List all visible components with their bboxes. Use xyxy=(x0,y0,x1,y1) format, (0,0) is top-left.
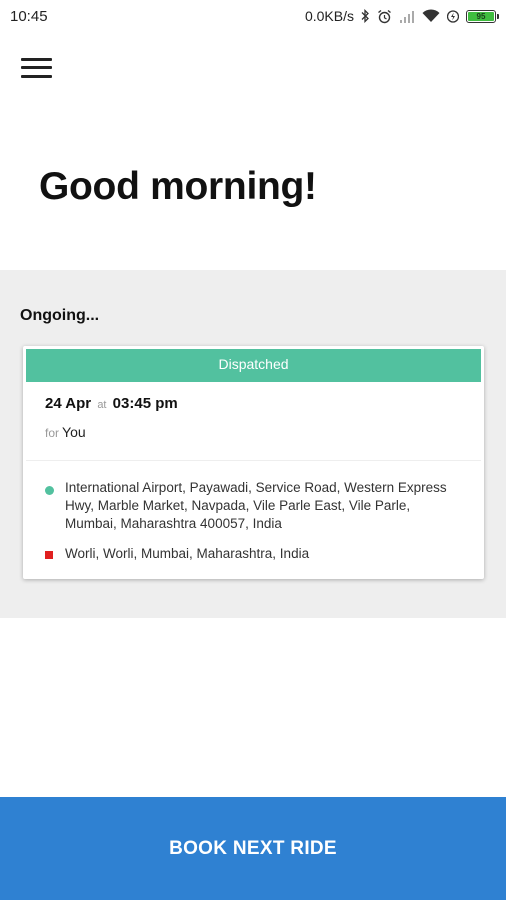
signal-icon xyxy=(399,10,415,23)
wifi-icon xyxy=(422,9,440,23)
ongoing-section: Ongoing... Dispatched 24 Apr at 03:45 pm… xyxy=(0,270,506,618)
battery-icon: 95 xyxy=(466,9,499,23)
ride-at-word: at xyxy=(97,399,107,411)
pickup-marker-icon xyxy=(45,486,54,495)
alarm-icon xyxy=(377,9,392,24)
bluetooth-icon xyxy=(361,9,370,23)
ride-time: 03:45 pm xyxy=(112,395,178,412)
ride-status-badge: Dispatched xyxy=(26,349,481,382)
ride-for-word: for xyxy=(45,426,60,440)
ongoing-label: Ongoing... xyxy=(20,307,100,324)
home-screen: 10:45 0.0KB/s 95 Good morning! Ongoing..… xyxy=(0,0,506,900)
drop-address: Worli, Worli, Mumbai, Maharashtra, India xyxy=(65,546,310,561)
ride-passenger-name: You xyxy=(62,424,86,440)
greeting-title: Good morning! xyxy=(39,165,317,208)
ride-datetime: 24 Apr at 03:45 pm xyxy=(45,395,178,412)
status-indicators: 0.0KB/s 95 xyxy=(304,8,499,24)
charging-icon xyxy=(447,9,459,24)
pickup-address: International Airport, Payawadi, Service… xyxy=(65,480,447,531)
book-next-ride-button[interactable]: BOOK NEXT RIDE xyxy=(0,797,506,900)
battery-level: 95 xyxy=(468,11,494,21)
status-bar: 10:45 0.0KB/s 95 xyxy=(0,0,506,32)
ride-date: 24 Apr xyxy=(45,395,92,412)
ongoing-ride-card[interactable]: Dispatched 24 Apr at 03:45 pm for You Int… xyxy=(23,346,484,579)
network-speed: 0.0KB/s xyxy=(304,8,354,24)
drop-marker-icon xyxy=(45,551,53,559)
status-time: 10:45 xyxy=(10,7,48,25)
hamburger-menu-icon[interactable] xyxy=(21,56,53,80)
ride-passenger: for You xyxy=(45,424,86,440)
card-divider xyxy=(26,460,481,461)
